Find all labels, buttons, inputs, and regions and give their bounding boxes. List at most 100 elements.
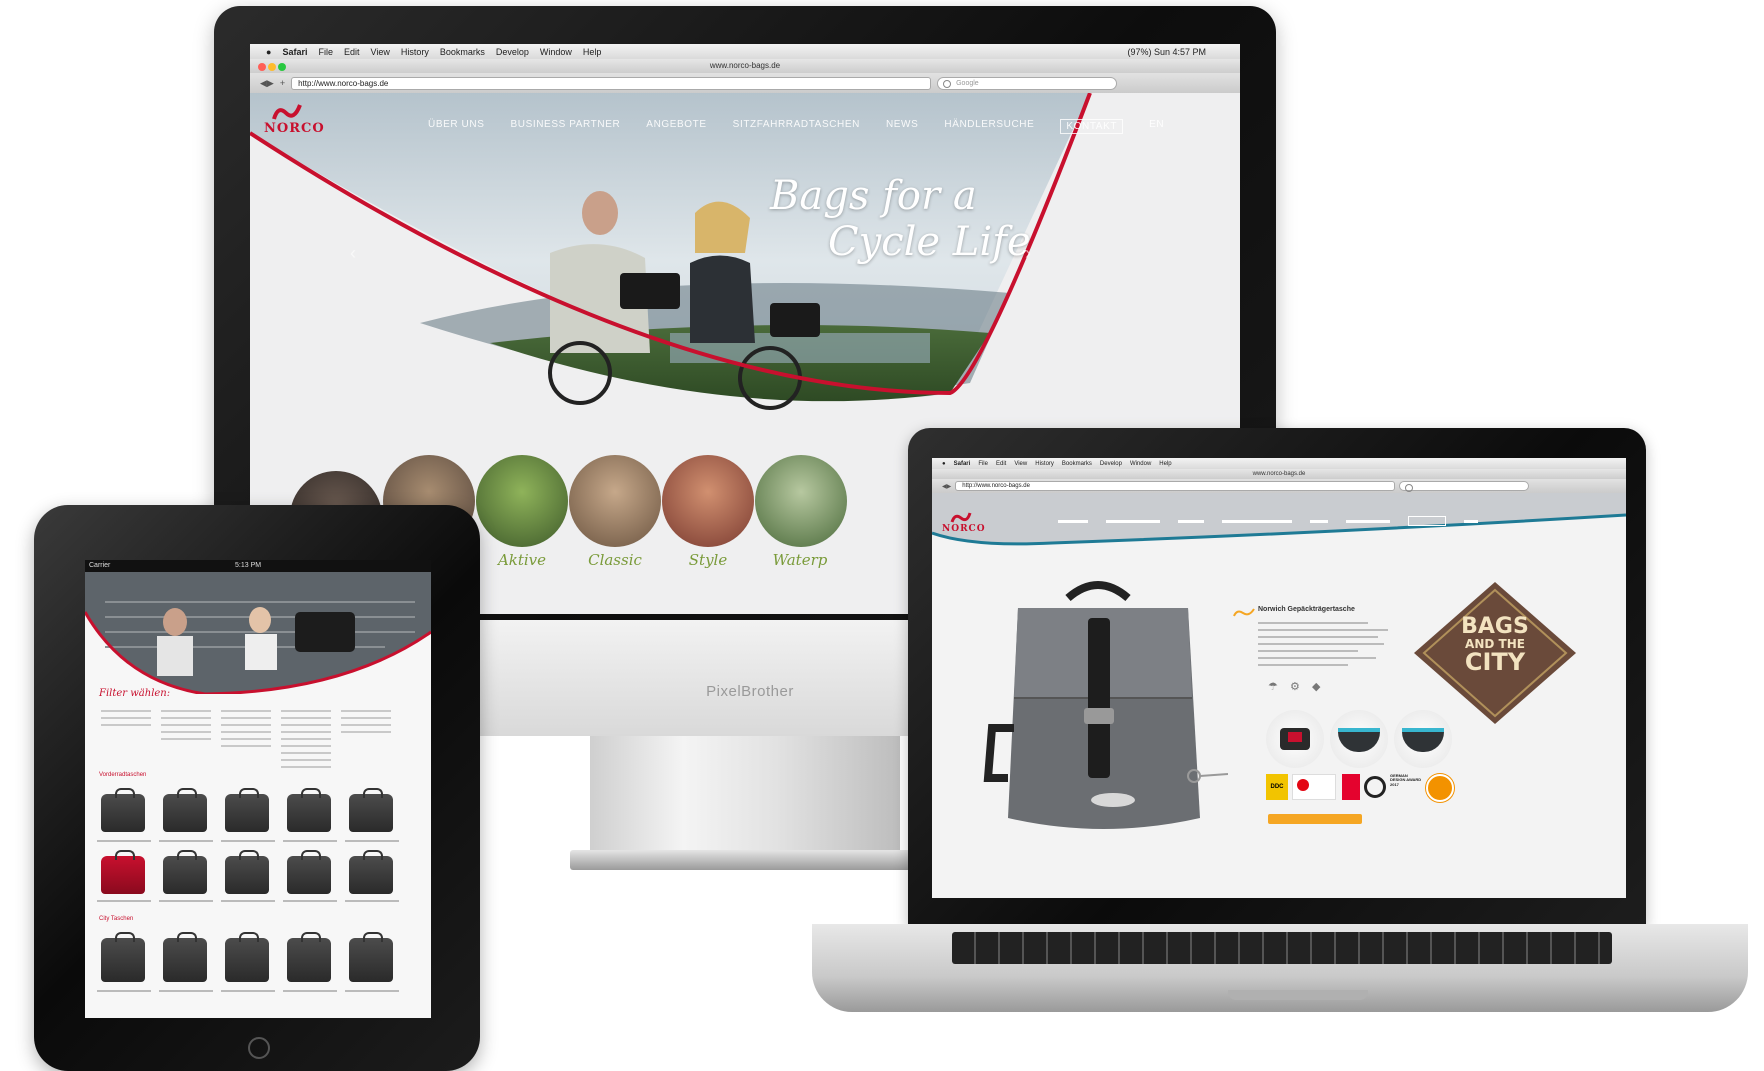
menu-view[interactable]: View: [370, 47, 389, 57]
product-thumb[interactable]: [225, 850, 269, 894]
nav-ueber-uns[interactable]: Über uns: [428, 119, 484, 134]
nav-language-en[interactable]: EN: [1149, 119, 1164, 134]
product-thumb[interactable]: [163, 932, 207, 982]
menu-safari[interactable]: Safari: [282, 47, 307, 57]
nav-item[interactable]: [1408, 516, 1446, 526]
close-icon[interactable]: [258, 63, 266, 71]
minimize-icon[interactable]: [268, 63, 277, 71]
category-label-style[interactable]: Style: [658, 551, 758, 569]
slider-prev-icon[interactable]: ‹: [350, 243, 356, 264]
nav-item[interactable]: [1464, 520, 1478, 523]
norco-logo-mark-icon[interactable]: [950, 512, 972, 524]
macbook-keyboard: [952, 932, 1612, 964]
nav-item[interactable]: [1346, 520, 1390, 523]
accessory-thumb-inner[interactable]: [1330, 710, 1388, 768]
product-thumb[interactable]: [163, 850, 207, 894]
product-caption: [283, 990, 337, 992]
menu-help[interactable]: Help: [583, 47, 602, 57]
back-forward-icon[interactable]: ◀▶: [260, 78, 274, 89]
macbook-site-header: [932, 493, 1626, 546]
menu-history[interactable]: History: [401, 47, 429, 57]
add-to-cart-button[interactable]: [1268, 814, 1362, 824]
url-field[interactable]: http://www.norco-bags.de: [291, 76, 932, 90]
menu-window[interactable]: Window: [1130, 461, 1151, 467]
category-label-waterproof[interactable]: Waterp: [750, 551, 850, 569]
nav-item[interactable]: [1058, 520, 1088, 523]
menu-edit[interactable]: Edit: [344, 47, 360, 57]
nav-business-partner[interactable]: Business Partner: [510, 119, 620, 134]
ipad-camera-icon: [255, 530, 263, 538]
filter-column-5[interactable]: [341, 710, 391, 738]
filter-column-3[interactable]: [221, 710, 271, 752]
menu-safari[interactable]: Safari: [954, 461, 971, 467]
reflector-icon: ◆: [1312, 681, 1321, 693]
nav-news[interactable]: News: [886, 119, 918, 134]
product-thumb[interactable]: [101, 850, 145, 894]
category-circle-aktive[interactable]: [476, 455, 568, 547]
zoom-icon[interactable]: [278, 63, 287, 71]
award-red-dot: [1292, 774, 1336, 800]
url-field[interactable]: http://www.norco-bags.de: [955, 481, 1396, 491]
norco-logo-mark-icon[interactable]: [272, 103, 302, 121]
category-circle-classic[interactable]: [569, 455, 661, 547]
nav-item[interactable]: [1178, 520, 1204, 523]
product-thumb[interactable]: [287, 850, 331, 894]
product-thumb[interactable]: [349, 932, 393, 982]
menu-view[interactable]: View: [1014, 461, 1027, 467]
category-circle-waterproof[interactable]: [755, 455, 847, 547]
product-caption: [345, 990, 399, 992]
product-thumb[interactable]: [287, 788, 331, 832]
imac-brand-label: PixelBrother: [706, 683, 794, 700]
menu-help[interactable]: Help: [1159, 461, 1171, 467]
product-thumb[interactable]: [163, 788, 207, 832]
nav-item[interactable]: [1222, 520, 1292, 523]
nav-haendlersuche[interactable]: Händlersuche: [944, 119, 1034, 134]
category-label-aktive[interactable]: Aktive: [472, 551, 572, 569]
search-field[interactable]: Google: [937, 76, 1118, 90]
filter-column-1[interactable]: [101, 710, 151, 731]
filter-column-4[interactable]: [281, 710, 331, 773]
product-thumb[interactable]: [225, 932, 269, 982]
safari-toolbar: ◀▶ http://www.norco-bags.de: [932, 479, 1626, 493]
menu-file[interactable]: File: [978, 461, 988, 467]
product-caption: [97, 990, 151, 992]
norco-logo-mark-icon: [1233, 608, 1255, 617]
back-forward-icon[interactable]: ◀▶: [942, 483, 951, 490]
macbook-opening-notch: [1228, 990, 1368, 1000]
menu-edit[interactable]: Edit: [996, 461, 1006, 467]
category-circle-style[interactable]: [662, 455, 754, 547]
product-image-norwich-bag[interactable]: [978, 578, 1228, 846]
product-thumb[interactable]: [349, 788, 393, 832]
nav-item[interactable]: [1310, 520, 1328, 523]
nav-kontakt[interactable]: Kontakt: [1060, 119, 1124, 134]
slider-next-icon[interactable]: ›: [1025, 243, 1031, 264]
ipad-home-button[interactable]: [248, 1037, 270, 1059]
filter-column-2[interactable]: [161, 710, 211, 745]
add-bookmark-icon[interactable]: +: [280, 78, 285, 88]
menu-file[interactable]: File: [318, 47, 333, 57]
site-logo[interactable]: NORCO: [942, 524, 986, 534]
accessory-thumb-mount[interactable]: [1266, 710, 1324, 768]
product-thumb[interactable]: [101, 932, 145, 982]
accessory-thumb-open[interactable]: [1394, 710, 1452, 768]
category-label-classic[interactable]: Classic: [565, 551, 665, 569]
site-logo[interactable]: NORCO: [264, 121, 325, 136]
menu-bookmarks[interactable]: Bookmarks: [440, 47, 485, 57]
search-field[interactable]: [1399, 481, 1530, 492]
nav-angebote[interactable]: Angebote: [646, 119, 706, 134]
menu-history[interactable]: History: [1035, 461, 1054, 467]
menu-bookmarks[interactable]: Bookmarks: [1062, 461, 1092, 467]
product-thumb[interactable]: [225, 788, 269, 832]
product-thumb[interactable]: [101, 788, 145, 832]
product-caption: [159, 990, 213, 992]
product-thumb[interactable]: [349, 850, 393, 894]
menu-window[interactable]: Window: [540, 47, 572, 57]
menu-develop[interactable]: Develop: [496, 47, 529, 57]
menu-develop[interactable]: Develop: [1100, 461, 1122, 467]
award-plus-x: [1364, 776, 1386, 798]
nav-sitzfahrradtaschen[interactable]: Sitzfahrradtaschen: [733, 119, 860, 134]
product-thumb[interactable]: [287, 932, 331, 982]
nav-item[interactable]: [1106, 520, 1160, 523]
apple-icon[interactable]: ●: [266, 47, 271, 57]
apple-icon[interactable]: ●: [942, 461, 946, 467]
